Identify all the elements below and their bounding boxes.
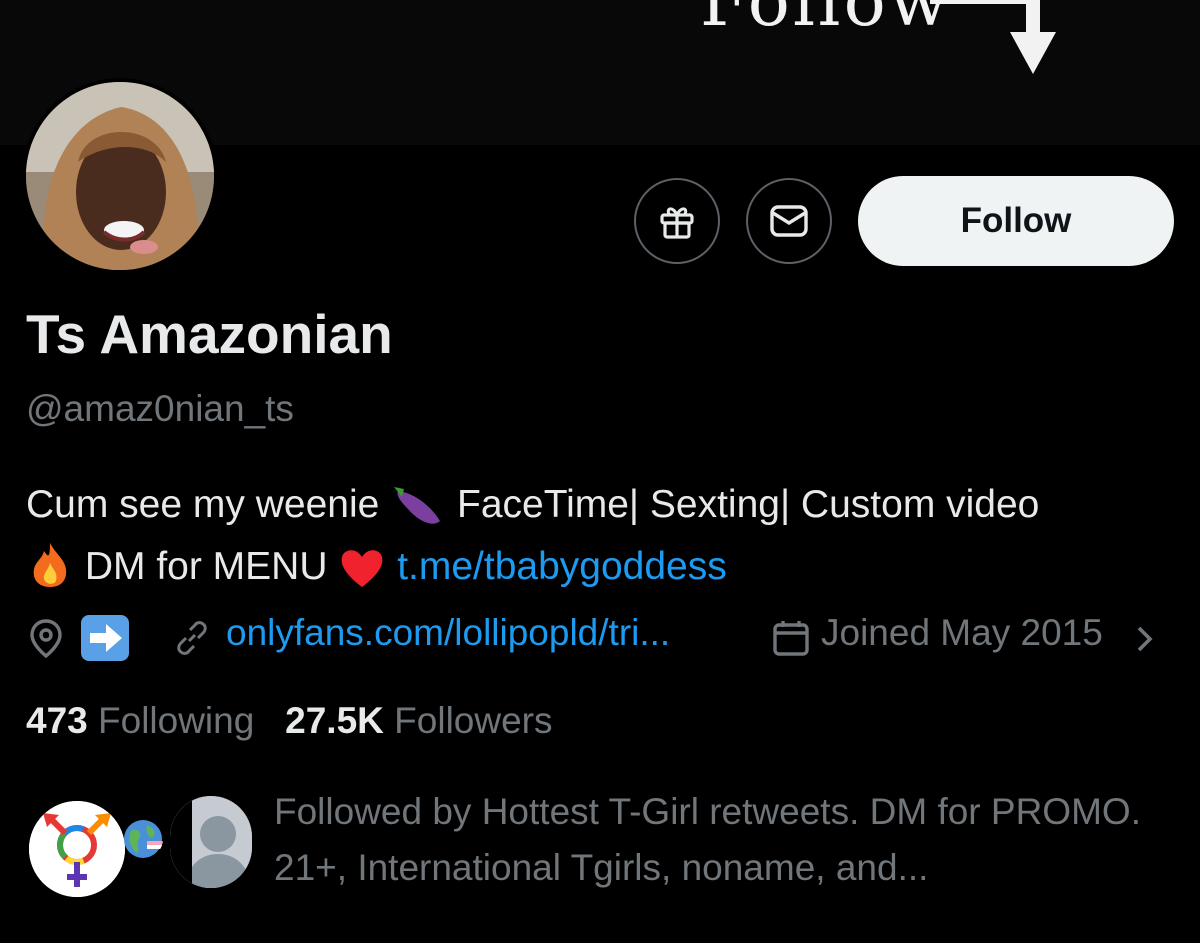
followed-by-text[interactable]: Followed by Hottest T-Girl retweets. DM … — [274, 784, 1174, 896]
link-icon — [177, 621, 207, 655]
follower-avatar-pride — [26, 798, 128, 900]
message-button[interactable] — [746, 178, 832, 264]
gift-button[interactable] — [634, 178, 720, 264]
website-link[interactable]: onlyfans.com/lollipopld/tri... — [226, 612, 670, 654]
follower-avatar-globe — [123, 819, 163, 859]
envelope-icon — [770, 205, 808, 237]
followers-link[interactable]: 27.5K Followers — [285, 700, 552, 741]
down-arrow-icon — [930, 0, 1056, 74]
follow-stats: 473 Following 27.5K Followers — [26, 700, 553, 742]
fire-emoji — [33, 543, 67, 587]
follower-avatar-default — [170, 796, 252, 888]
bio-link[interactable]: t.me/tbabygoddess — [397, 545, 727, 588]
followers-label: Followers — [394, 700, 553, 741]
eggplant-emoji — [394, 487, 441, 524]
followed-by-avatars[interactable] — [26, 792, 256, 902]
location-pin-icon — [30, 619, 62, 658]
right-arrow-emoji — [81, 615, 129, 661]
bio-text: DM for MENU — [84, 545, 328, 588]
avatar-photo — [26, 82, 214, 270]
follow-button[interactable]: Follow — [858, 176, 1174, 266]
profile-avatar[interactable] — [22, 78, 218, 274]
bio-text: Cum see my weenie — [26, 483, 380, 526]
followers-count: 27.5K — [285, 700, 384, 741]
red-heart-emoji — [341, 550, 383, 587]
profile-meta: onlyfans.com/lollipopld/tri... Joined Ma… — [26, 612, 1196, 668]
following-link[interactable]: 473 Following — [26, 700, 254, 741]
display-name: Ts Amazonian — [26, 303, 393, 365]
calendar-icon — [773, 621, 809, 656]
gift-icon — [660, 207, 694, 239]
user-handle: @amaz0nian_ts — [26, 388, 294, 429]
chevron-right-icon[interactable] — [1131, 624, 1157, 654]
banner-text: Follow — [700, 0, 952, 42]
profile-bio: Cum see my weenie FaceTime| Sexting| Cus… — [26, 474, 1186, 598]
following-label: Following — [98, 700, 255, 741]
bio-text: FaceTime| Sexting| Custom video — [457, 483, 1040, 526]
joined-date: Joined May 2015 — [821, 612, 1103, 653]
following-count: 473 — [26, 700, 88, 741]
